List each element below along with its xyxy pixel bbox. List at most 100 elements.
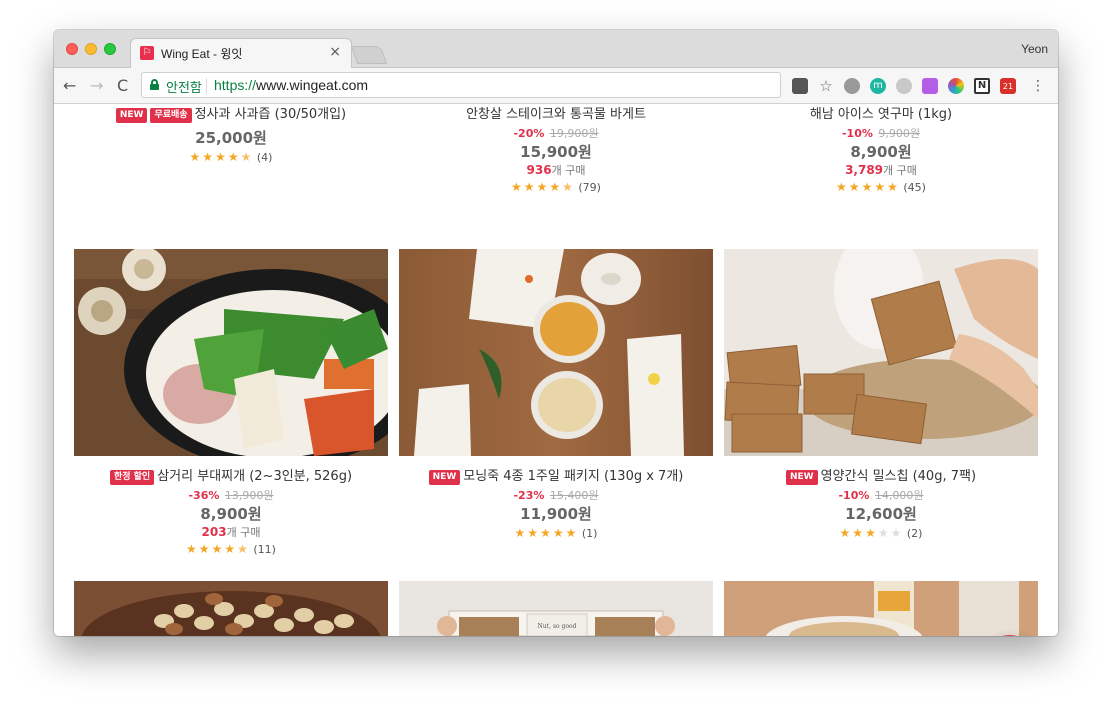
sold-number: 936 <box>526 163 552 177</box>
new-tab-button[interactable] <box>350 46 388 64</box>
product-price: 8,900원 <box>200 505 262 523</box>
browser-window: ⚐ Wing Eat - 윙잇 × Yeon ← → C 안전함 https:/… <box>54 30 1058 636</box>
discount-row: -36% 13,900원 <box>74 489 388 503</box>
product-name: 정사과 사과즙 (30/50개입) <box>194 107 347 122</box>
discount-rate: -20% <box>513 127 545 140</box>
notion-icon[interactable]: N <box>974 78 990 94</box>
product-image-mixed-nuts[interactable] <box>74 581 388 636</box>
m-extension-icon[interactable]: m <box>870 78 886 94</box>
wingeat-favicon-icon: ⚐ <box>140 46 154 60</box>
new-badge: NEW <box>428 470 461 485</box>
rating-stars-icon: ★★★★★ <box>839 526 904 540</box>
product-title[interactable]: 한정 할인 삼거리 부대찌개 (2~3인분, 526g) <box>74 469 388 485</box>
discount-rate: -10% <box>838 489 870 502</box>
purple-extension-icon[interactable] <box>922 78 938 94</box>
discount-rate: -10% <box>841 127 873 140</box>
product-image-morning-porridge[interactable] <box>399 249 713 456</box>
product-title[interactable]: NEW 무료배송 정사과 사과즙 (30/50개입) <box>74 107 388 123</box>
original-price: 13,900원 <box>224 489 274 502</box>
product-name: 안창살 스테이크와 통곡물 바게트 <box>466 107 646 122</box>
review-count: (45) <box>903 181 926 194</box>
globe-icon[interactable] <box>844 78 860 94</box>
browser-toolbar: ← → C 안전함 https://www.wingeat.com ☆ m N … <box>54 68 1058 104</box>
url-host: www.wingeat.com <box>256 77 369 93</box>
sold-number: 3,789 <box>845 163 884 177</box>
product-title[interactable]: 해남 아이스 엿구마 (1kg) <box>724 107 1038 123</box>
bookmark-star-icon[interactable]: ☆ <box>818 78 834 94</box>
product-price: 11,900원 <box>520 505 592 523</box>
discount-row: -10% 14,000원 <box>724 489 1038 503</box>
review-count: (2) <box>906 527 923 540</box>
sold-number: 203 <box>201 525 227 539</box>
review-count: (1) <box>581 527 598 540</box>
review-count: (11) <box>253 543 276 556</box>
address-bar[interactable]: 안전함 https://www.wingeat.com <box>141 72 781 98</box>
calendar-icon[interactable]: 21 <box>1000 78 1016 94</box>
new-badge: NEW <box>115 108 148 123</box>
tab-title: Wing Eat - 윙잇 <box>161 47 243 61</box>
new-badge: NEW <box>785 470 818 485</box>
back-button[interactable]: ← <box>63 76 76 95</box>
url-text[interactable]: https://www.wingeat.com <box>214 77 368 93</box>
product-card-3[interactable]: 해남 아이스 엿구마 (1kg) -10% 9,900원 8,900원 3,78… <box>724 107 1038 195</box>
rating-stars-icon: ★★★★★ <box>186 542 250 556</box>
review-count: (79) <box>578 181 601 194</box>
color-wheel-icon[interactable] <box>948 78 964 94</box>
sold-count: 203개 구매 <box>74 525 388 540</box>
close-window-button[interactable] <box>66 43 78 55</box>
product-card-6[interactable]: NEW 영양간식 밀스칩 (40g, 7팩) -10% 14,000원 12,60… <box>724 469 1038 541</box>
product-card-4[interactable]: 한정 할인 삼거리 부대찌개 (2~3인분, 526g) -36% 13,900원… <box>74 469 388 557</box>
product-title[interactable]: NEW 영양간식 밀스칩 (40g, 7팩) <box>724 469 1038 485</box>
discount-row: -23% 15,400원 <box>399 489 713 503</box>
original-price: 15,400원 <box>549 489 599 502</box>
sold-count: 936개 구매 <box>399 163 713 178</box>
original-price: 19,900원 <box>549 127 599 140</box>
sold-suffix: 개 구매 <box>883 164 917 177</box>
grey-extension-icon[interactable] <box>896 78 912 94</box>
browser-tab[interactable]: ⚐ Wing Eat - 윙잇 × <box>130 38 352 68</box>
profile-name[interactable]: Yeon <box>1021 42 1048 56</box>
free-shipping-badge: 무료배송 <box>150 108 192 123</box>
sold-suffix: 개 구매 <box>551 164 586 177</box>
chat-launcher-button[interactable] <box>981 635 1038 636</box>
limited-sale-badge: 한정 할인 <box>109 470 155 485</box>
product-rating: ★★★★★ (11) <box>74 542 388 557</box>
pocket-icon[interactable] <box>792 78 808 94</box>
product-title[interactable]: NEW 모닝죽 4종 1주일 패키지 (130g x 7개) <box>399 469 713 485</box>
product-name: 모닝죽 4종 1주일 패키지 (130g x 7개) <box>463 469 684 484</box>
chat-bubble-icon <box>981 635 1038 636</box>
discount-row: -20% 19,900원 <box>399 127 713 141</box>
product-card-2[interactable]: 안창살 스테이크와 통곡물 바게트 -20% 19,900원 15,900원 9… <box>399 107 713 195</box>
reload-button[interactable]: C <box>117 76 128 95</box>
product-rating: ★★★★★ (45) <box>724 180 1038 195</box>
packaging-text: Nut, so good <box>538 623 577 630</box>
product-image-budae-jjigae[interactable] <box>74 249 388 456</box>
rating-stars-icon: ★★★★★ <box>511 180 575 194</box>
discount-rate: -23% <box>513 489 545 502</box>
original-price: 14,000원 <box>874 489 924 502</box>
forward-button[interactable]: → <box>90 76 103 95</box>
product-price: 12,600원 <box>845 505 917 523</box>
product-card-5[interactable]: NEW 모닝죽 4종 1주일 패키지 (130g x 7개) -23% 15,40… <box>399 469 713 541</box>
product-image-nut-gift-box[interactable]: Nut, so good <box>399 581 713 636</box>
discount-row: -10% 9,900원 <box>724 127 1038 141</box>
secure-label: 안전함 <box>166 80 202 95</box>
rating-stars-icon: ★★★★★ <box>189 150 254 164</box>
minimize-window-button[interactable] <box>85 43 97 55</box>
tab-close-icon[interactable]: × <box>329 44 341 60</box>
product-name: 영양간식 밀스칩 (40g, 7팩) <box>820 469 977 484</box>
original-price: 9,900원 <box>878 127 921 140</box>
review-count: (4) <box>256 151 273 164</box>
menu-kebab-icon[interactable]: ⋮ <box>1030 78 1046 94</box>
product-price: 25,000원 <box>195 129 267 147</box>
maximize-window-button[interactable] <box>104 43 116 55</box>
address-divider <box>206 78 207 94</box>
product-name: 삼거리 부대찌개 (2~3인분, 526g) <box>157 469 353 484</box>
product-title[interactable]: 안창살 스테이크와 통곡물 바게트 <box>399 107 713 123</box>
product-card-1[interactable]: NEW 무료배송 정사과 사과즙 (30/50개입) 25,000원 ★★★★★ (… <box>74 107 388 165</box>
product-image-granola[interactable] <box>724 581 1038 636</box>
product-rating: ★★★★★ (1) <box>399 526 713 541</box>
rating-stars-icon: ★★★★★ <box>836 180 900 194</box>
product-rating: ★★★★★ (4) <box>74 150 388 165</box>
product-image-meals-chip[interactable] <box>724 249 1038 456</box>
